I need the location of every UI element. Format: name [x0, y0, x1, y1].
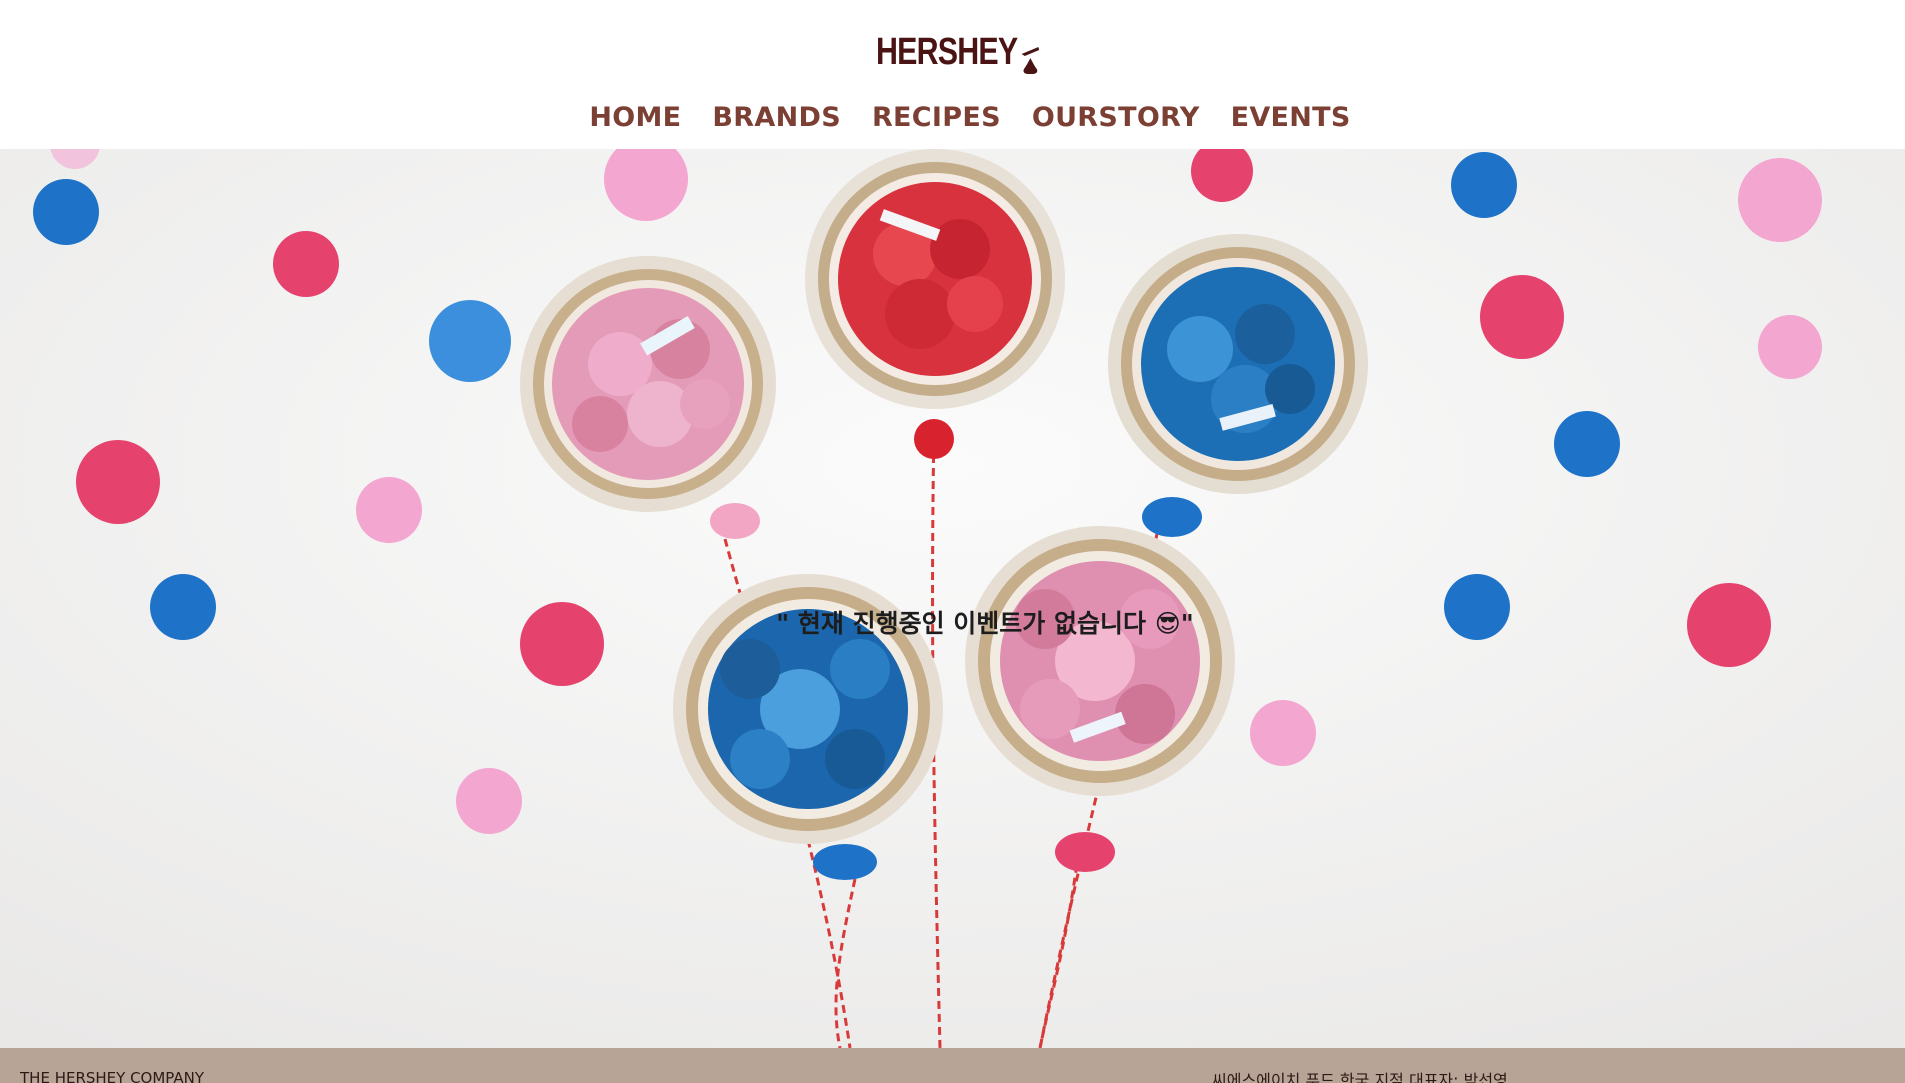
nav-recipes[interactable]: RECIPES	[872, 102, 1001, 133]
site-header: HERSHEY HOME BRANDS RECIPES OURSTORY EVE…	[0, 0, 1905, 149]
nav-brands[interactable]: BRANDS	[712, 102, 841, 133]
logo-text: HERSHEY	[876, 31, 1018, 73]
footer-korea-info: 씨에스에이치 푸드 한국 지점 대표자: 박선영	[1212, 1071, 1508, 1083]
hero-image	[0, 149, 1905, 1048]
page: HERSHEY HOME BRANDS RECIPES OURSTORY EVE…	[0, 0, 1905, 1083]
hershey-logo[interactable]: HERSHEY	[876, 30, 1041, 74]
nav-ourstory[interactable]: OURSTORY	[1032, 102, 1200, 133]
site-footer: THE HERSHEY COMPANY 씨에스에이치 푸드 한국 지점 대표자:…	[0, 1048, 1905, 1083]
main-nav: HOME BRANDS RECIPES OURSTORY EVENTS	[0, 102, 1905, 133]
hero-banner: " 현재 진행중인 이벤트가 없습니다 😎"	[0, 149, 1905, 1048]
candy-jar-pink-topleft	[520, 256, 776, 512]
nav-events[interactable]: EVENTS	[1231, 102, 1351, 133]
footer-company: THE HERSHEY COMPANY	[20, 1069, 205, 1083]
event-message: " 현재 진행중인 이벤트가 없습니다 😎"	[776, 609, 1194, 638]
nav-home[interactable]: HOME	[589, 102, 681, 133]
kiss-icon	[1021, 47, 1039, 74]
